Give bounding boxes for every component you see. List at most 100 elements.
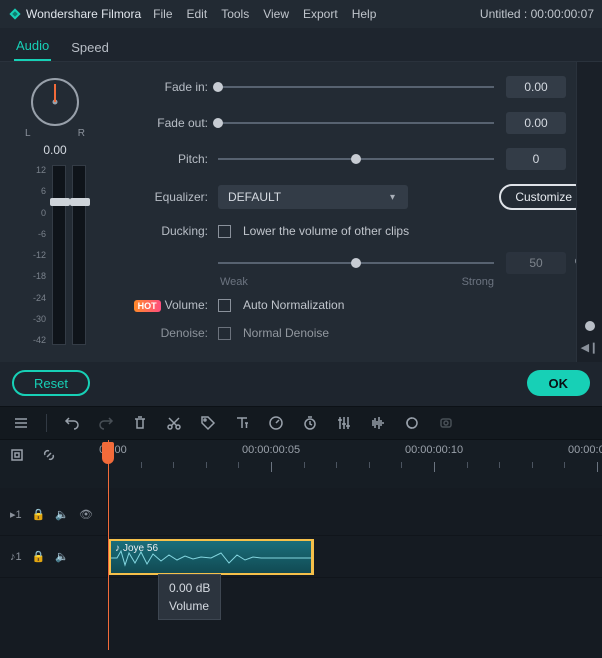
text-icon[interactable]: [233, 414, 251, 432]
fade-out-slider[interactable]: [218, 116, 494, 130]
pan-column: L R 0.00 12 6 0 -6 -12 -18 -24 -30 -42: [0, 62, 110, 362]
menu-edit[interactable]: Edit: [187, 7, 208, 21]
volume-fader[interactable]: [52, 165, 66, 345]
app-name: Wondershare Filmora: [26, 7, 141, 21]
meter-tick: -42: [24, 335, 46, 345]
delete-icon[interactable]: [131, 414, 149, 432]
ducking-value: 50: [506, 252, 566, 274]
ducking-label: Ducking:: [130, 224, 208, 238]
tab-bar: Audio Speed: [0, 28, 602, 62]
timeline-ruler: 00:00 00:00:00:05 00:00:00:10 00:00:00:1…: [0, 440, 602, 488]
equalizer-select[interactable]: DEFAULT: [218, 185, 408, 209]
volume-fader[interactable]: [72, 165, 86, 345]
meter-ticks: 12 6 0 -6 -12 -18 -24 -30 -42: [24, 165, 46, 345]
lock-icon[interactable]: 🔒: [32, 550, 46, 563]
denoise-checkbox[interactable]: [218, 327, 231, 340]
audio-panel: L R 0.00 12 6 0 -6 -12 -18 -24 -30 -42 Fa…: [0, 62, 602, 362]
tooltip-label: Volume: [169, 597, 210, 615]
meter-tick: -30: [24, 314, 46, 324]
menu-tools[interactable]: Tools: [221, 7, 249, 21]
redo-icon[interactable]: [97, 414, 115, 432]
fade-in-value[interactable]: 0.00: [506, 76, 566, 98]
timeline-toolbar: [0, 406, 602, 440]
menu-bar: File Edit Tools View Export Help: [153, 7, 376, 21]
mute-icon[interactable]: 🔈: [55, 508, 69, 521]
video-track: ▸1 🔒 🔈 👁: [0, 494, 602, 536]
meter-tick: -24: [24, 293, 46, 303]
meter-tick: 0: [24, 208, 46, 218]
fade-out-label: Fade out:: [130, 116, 208, 130]
level-meter: 12 6 0 -6 -12 -18 -24 -30 -42: [24, 165, 86, 345]
pan-dial[interactable]: [31, 78, 79, 126]
menu-export[interactable]: Export: [303, 7, 338, 21]
ducking-slider[interactable]: [218, 256, 494, 270]
record-icon[interactable]: [437, 414, 455, 432]
pitch-value[interactable]: 0: [506, 148, 566, 170]
link-icon[interactable]: [40, 446, 58, 464]
audio-clip[interactable]: ♪Joye 56: [108, 539, 314, 575]
undo-icon[interactable]: [63, 414, 81, 432]
track-label: ▸1: [10, 508, 22, 521]
adjust-icon[interactable]: [335, 414, 353, 432]
project-title: Untitled : 00:00:00:07: [480, 7, 594, 21]
mute-icon[interactable]: ◀❙: [581, 341, 599, 354]
audio-track-body[interactable]: ♪Joye 56 0.00 dB Volume: [108, 536, 602, 577]
lock-icon[interactable]: 🔒: [32, 508, 46, 521]
pan-l: L: [25, 128, 31, 139]
volume-label: Volume:: [165, 298, 208, 312]
fade-in-slider[interactable]: [218, 80, 494, 94]
duration-icon[interactable]: [301, 414, 319, 432]
auto-normalization-checkbox[interactable]: [218, 299, 231, 312]
menu-icon[interactable]: [12, 414, 30, 432]
marker-icon[interactable]: [8, 446, 26, 464]
time-label: 00:00:00:05: [242, 444, 300, 456]
eye-icon[interactable]: 👁: [79, 508, 93, 521]
time-label: 00:00:00:10: [405, 444, 463, 456]
tab-speed[interactable]: Speed: [69, 32, 111, 61]
ducking-checkbox[interactable]: [218, 225, 231, 238]
pan-r: R: [78, 128, 85, 139]
app-logo: Wondershare Filmora: [8, 7, 141, 21]
audio-track: ♪1 🔒 🔈 ♪Joye 56 0.00 dB Volume: [0, 536, 602, 578]
speed-icon[interactable]: [267, 414, 285, 432]
audio-controls: Fade in: 0.00 s Fade out: 0.00 s Pitch: …: [110, 62, 602, 362]
meter-tick: -6: [24, 229, 46, 239]
hot-badge: HOT: [134, 300, 161, 312]
color-icon[interactable]: [403, 414, 421, 432]
cut-icon[interactable]: [165, 414, 183, 432]
reset-button[interactable]: Reset: [12, 370, 90, 396]
tag-icon[interactable]: [199, 414, 217, 432]
tab-audio[interactable]: Audio: [14, 30, 51, 61]
meter-tick: 12: [24, 165, 46, 175]
title-bar: Wondershare Filmora File Edit Tools View…: [0, 0, 602, 28]
fade-out-value[interactable]: 0.00: [506, 112, 566, 134]
track-label: ♪1: [10, 551, 22, 563]
customize-button[interactable]: Customize: [499, 184, 588, 210]
menu-view[interactable]: View: [263, 7, 289, 21]
meter-tick: -18: [24, 271, 46, 281]
record-dot-icon[interactable]: [585, 321, 595, 331]
volume-tooltip: 0.00 dB Volume: [158, 574, 221, 620]
playhead[interactable]: [108, 440, 109, 650]
meter-tick: -12: [24, 250, 46, 260]
panel-buttons: Reset OK: [0, 362, 602, 406]
ok-button[interactable]: OK: [527, 370, 591, 396]
pitch-slider[interactable]: [218, 152, 494, 166]
menu-help[interactable]: Help: [352, 7, 377, 21]
tooltip-db: 0.00 dB: [169, 579, 210, 597]
strong-label: Strong: [462, 276, 494, 288]
auto-normalization-label: Auto Normalization: [243, 298, 344, 312]
time-label: 00:00:00:15: [568, 444, 602, 456]
ruler-track[interactable]: 00:00 00:00:00:05 00:00:00:10 00:00:00:1…: [108, 440, 602, 488]
audio-icon[interactable]: [369, 414, 387, 432]
pitch-label: Pitch:: [130, 152, 208, 166]
menu-file[interactable]: File: [153, 7, 172, 21]
pan-value: 0.00: [43, 143, 66, 157]
mute-icon[interactable]: 🔈: [55, 550, 69, 563]
weak-label: Weak: [220, 276, 248, 288]
denoise-label: Denoise:: [130, 326, 208, 340]
timeline-tracks: ▸1 🔒 🔈 👁 ♪1 🔒 🔈 ♪Joye 56 0.00 dB Volume: [0, 488, 602, 658]
equalizer-label: Equalizer:: [130, 190, 208, 204]
right-strip: ◀❙: [576, 62, 602, 362]
denoise-checkbox-label: Normal Denoise: [243, 326, 329, 340]
